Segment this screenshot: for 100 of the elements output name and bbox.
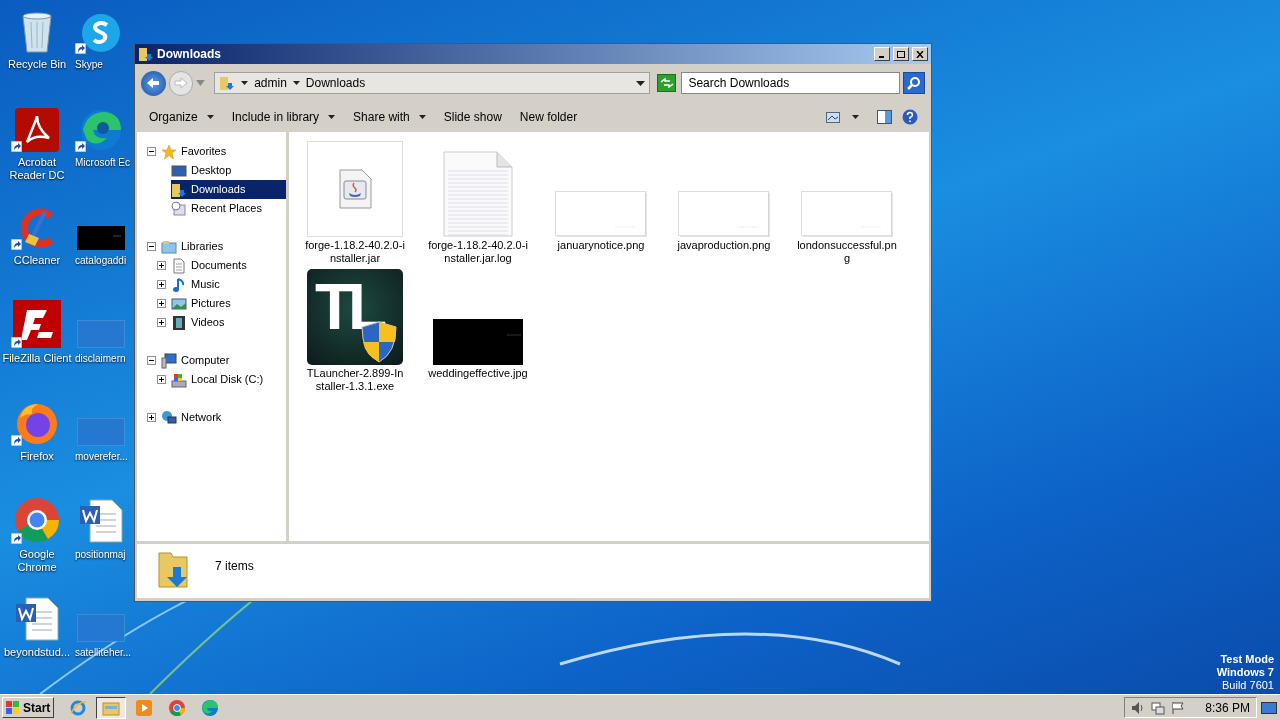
image-thumbnail-icon: [801, 191, 893, 237]
file-name: weddingeffective.jpg: [428, 367, 528, 380]
dropdown-caret-icon: [852, 115, 859, 119]
search-field[interactable]: Search Downloads: [681, 72, 901, 94]
java-file-icon: [307, 141, 403, 237]
desktop-shortcut[interactable]: Microsoft Ec: [75, 98, 133, 196]
nav-tree-item[interactable]: Libraries: [161, 237, 286, 256]
close-button[interactable]: [912, 47, 928, 61]
image-thumbnail-icon: [77, 226, 125, 250]
desktop-shortcut[interactable]: catalogaddi: [75, 196, 133, 294]
breadcrumb-item[interactable]: Downloads: [305, 74, 366, 92]
nav-tree-item[interactable]: Local Disk (C:): [171, 370, 286, 389]
filezilla-logo-icon: [13, 300, 61, 348]
toolbar-button[interactable]: Slide show: [434, 105, 511, 129]
collapse-icon[interactable]: [147, 147, 156, 156]
search-button[interactable]: [903, 72, 925, 94]
start-button[interactable]: Start: [2, 697, 55, 718]
desktop-icon-label: CCleaner: [12, 254, 62, 267]
nav-tree-item[interactable]: Network: [161, 408, 286, 427]
nav-tree-item[interactable]: Documents: [171, 256, 286, 275]
toolbar-button[interactable]: New folder: [510, 105, 587, 129]
chrome-logo-icon: [13, 496, 61, 544]
file-item[interactable]: januarynotice.png: [551, 141, 651, 269]
file-item[interactable]: javaproduction.png: [674, 141, 774, 269]
expand-icon[interactable]: [157, 280, 166, 289]
item-count: 7 items: [215, 558, 254, 575]
speaker-icon[interactable]: [1131, 700, 1146, 715]
desktop-icon-label: Acrobat Reader DC: [8, 156, 66, 182]
expand-icon[interactable]: [157, 318, 166, 327]
internet-explorer-icon: [69, 698, 88, 717]
search-icon: [907, 76, 922, 90]
nav-tree-item[interactable]: Pictures: [171, 294, 286, 313]
desktop-shortcut[interactable]: Google Chrome: [0, 490, 74, 588]
desktop-shortcut[interactable]: moverefer...: [75, 392, 133, 490]
flag-icon[interactable]: [1171, 700, 1186, 715]
desktop-shortcut[interactable]: disclaimern: [75, 294, 133, 392]
file-item[interactable]: weddingeffective.jpg: [428, 269, 528, 397]
network-icon[interactable]: [1151, 700, 1166, 715]
desktop-shortcut[interactable]: Acrobat Reader DC: [0, 98, 74, 196]
nav-tree-item[interactable]: Videos: [171, 313, 286, 332]
file-item[interactable]: forge-1.18.2-40.2.0-installer.jar.log: [428, 141, 528, 269]
windows-logo-icon: [6, 701, 20, 714]
view-icon: [826, 111, 840, 123]
desktop-shortcut[interactable]: Firefox: [0, 392, 74, 490]
music-note-icon: [171, 276, 187, 293]
desktop-icon-label: catalogaddi: [75, 254, 127, 267]
desktop-shortcut[interactable]: beyondstud...: [0, 588, 74, 686]
nav-item-label: Libraries: [181, 239, 224, 255]
nav-tree-item[interactable]: Desktop: [171, 161, 286, 180]
skype-logo-icon: [80, 12, 122, 54]
nav-tree-item[interactable]: Downloads: [171, 180, 286, 199]
clock[interactable]: 8:36 PM: [1205, 698, 1250, 717]
nav-item-label: Pictures: [191, 296, 231, 312]
toolbar-button[interactable]: Include in library: [222, 105, 345, 129]
nav-tree-item[interactable]: Favorites: [161, 142, 286, 161]
dropdown-caret-icon[interactable]: [635, 80, 645, 86]
desktop-icon-label: Google Chrome: [16, 548, 58, 574]
collapse-icon[interactable]: [147, 242, 156, 251]
film-strip-icon: [171, 314, 187, 331]
desktop-shortcut[interactable]: Skype: [75, 0, 133, 98]
desktop-shortcut[interactable]: CCleaner: [0, 196, 74, 294]
collapse-icon[interactable]: [147, 356, 156, 365]
nav-item-label: Computer: [181, 353, 230, 369]
taskbar-app-button[interactable]: [96, 696, 127, 719]
nav-tree-item[interactable]: Computer: [161, 351, 286, 370]
folder-download-icon: [219, 75, 236, 91]
desktop-shortcut[interactable]: Recycle Bin: [0, 0, 74, 98]
file-item[interactable]: londonsuccessful.png: [797, 141, 897, 269]
toolbar-button[interactable]: Share with: [344, 105, 435, 129]
nav-item-label: Music: [191, 277, 220, 293]
nav-item-label: Recent Places: [191, 201, 262, 217]
address-bar[interactable]: admin Downloads: [214, 72, 650, 94]
desktop-shortcut[interactable]: FileZilla Client: [0, 294, 74, 392]
edge-logo-icon: [79, 108, 123, 152]
expand-icon[interactable]: [157, 375, 166, 384]
refresh-button[interactable]: [656, 74, 677, 92]
breadcrumb-caret-icon[interactable]: [241, 81, 249, 85]
breadcrumb-item[interactable]: admin: [254, 74, 287, 92]
network-icon: [161, 409, 177, 426]
desktop-shortcut[interactable]: positionmaj: [75, 490, 133, 588]
toolbar-button[interactable]: Organize: [140, 105, 223, 129]
nav-item-label: Network: [181, 410, 222, 426]
window-title: Downloads: [157, 46, 222, 63]
os-notice-text: Windows 7: [1216, 666, 1274, 679]
nav-tree-item[interactable]: Music: [171, 275, 286, 294]
expand-icon[interactable]: [157, 299, 166, 308]
nav-item-label: Videos: [191, 315, 225, 331]
minimize-button[interactable]: [874, 47, 890, 61]
maximize-button[interactable]: [893, 47, 909, 61]
expand-icon[interactable]: [157, 261, 166, 270]
file-item[interactable]: forge-1.18.2-40.2.0-installer.jar: [305, 141, 405, 269]
breadcrumb-caret-icon[interactable]: [292, 81, 300, 85]
image-thumbnail-icon: [678, 191, 770, 237]
desktop-shortcut[interactable]: satelliteher...: [75, 588, 133, 686]
monitor-icon: [171, 162, 187, 179]
expand-icon[interactable]: [147, 413, 156, 422]
star-icon: [161, 143, 177, 160]
back-button[interactable]: [141, 70, 166, 96]
dropdown-caret-icon: [328, 115, 336, 119]
nav-tree-item[interactable]: Recent Places: [171, 199, 286, 218]
